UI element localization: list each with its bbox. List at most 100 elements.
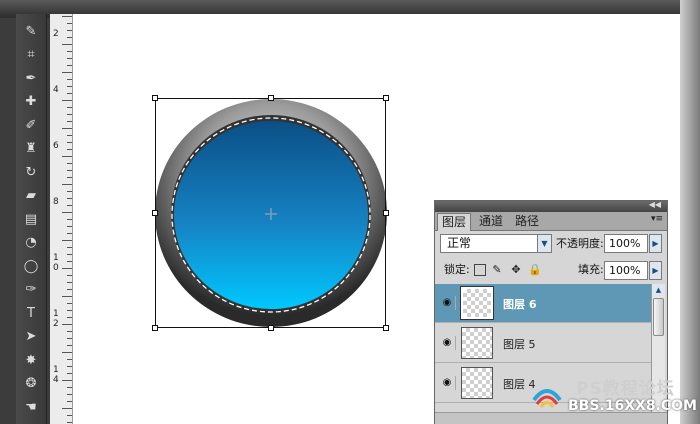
opacity-input[interactable]: 100% [604, 234, 648, 253]
ruler-tick [62, 212, 72, 213]
ruler-tick [67, 366, 72, 367]
photoshop-window: ✎ ⌗ ✒ ✚ ✐ ♜ ↻ ▰ ▤ ◔ ◯ ✑ T ➤ ✸ ❂ ☚ 2468101214 [0, 0, 700, 424]
ruler-tick [67, 233, 72, 234]
ruler-tick [62, 100, 72, 101]
fill-slider-button[interactable]: ▶ [649, 261, 662, 280]
ruler-tick [67, 261, 72, 262]
visibility-eye-icon[interactable]: ◉ [439, 296, 456, 310]
dodge-icon[interactable]: ◯ [21, 257, 41, 275]
watermark-url: BBS.16XX8.COM [568, 398, 697, 414]
layer-row[interactable]: ◉ 图层 5 [435, 324, 651, 363]
opacity-slider-button[interactable]: ▶ [649, 234, 662, 253]
scrollbar-thumb[interactable] [653, 298, 664, 336]
ruler-tick [67, 331, 72, 332]
ruler-tick [67, 303, 72, 304]
ruler-label: 1 [53, 309, 59, 319]
ruler-tick [62, 16, 72, 17]
transform-handle-tr[interactable] [383, 95, 389, 101]
gradient-icon[interactable]: ▤ [21, 210, 41, 228]
ruler-tick [67, 226, 72, 227]
ruler-tick [67, 79, 72, 80]
ruler-tick [67, 247, 72, 248]
ruler-tick [67, 219, 72, 220]
lock-transparent-icon[interactable] [474, 264, 486, 276]
hand-icon[interactable]: ☚ [21, 398, 41, 416]
3d-rotate-icon[interactable]: ❂ [21, 375, 41, 393]
ruler-tick [67, 275, 72, 276]
ruler-label: 6 [53, 141, 59, 151]
layer-name: 图层 5 [503, 338, 536, 351]
transform-handle-br[interactable] [383, 325, 389, 331]
blend-mode-select[interactable]: 正常 ▼ [440, 234, 552, 253]
type-icon[interactable]: T [21, 304, 41, 322]
scroll-up-icon[interactable]: ▲ [652, 284, 665, 296]
ruler-tick [67, 30, 72, 31]
ruler-tick [67, 93, 72, 94]
ruler-tick [67, 86, 72, 87]
ruler-tick [67, 338, 72, 339]
ruler-tick [62, 352, 72, 353]
ruler-tick [67, 373, 72, 374]
transform-handle-tl[interactable] [152, 95, 158, 101]
watermark-title: PS教程论坛 [576, 379, 675, 399]
visibility-eye-icon[interactable]: ◉ [439, 376, 456, 390]
transform-handle-ml[interactable] [152, 210, 158, 216]
ruler-label: 0 [53, 263, 59, 273]
ruler-label: 1 [53, 253, 59, 263]
ruler-tick [67, 422, 72, 423]
visibility-eye-icon[interactable]: ◉ [439, 336, 456, 350]
panel-title-bar[interactable]: ◀◀ [435, 200, 667, 212]
layer-row[interactable]: ◉ 图层 6 [435, 284, 651, 323]
lock-label: 锁定: [444, 263, 470, 276]
tab-channels[interactable]: 通道 [475, 213, 507, 230]
lock-image-icon[interactable]: ✎ [491, 264, 503, 276]
layer-thumbnail [460, 286, 494, 320]
transform-bounding-box[interactable] [155, 98, 386, 328]
ruler-tick [67, 149, 72, 150]
transform-handle-bl[interactable] [152, 325, 158, 331]
ruler-tick [67, 107, 72, 108]
lock-position-icon[interactable]: ✥ [510, 264, 522, 276]
layer-name: 图层 4 [503, 378, 536, 391]
ruler-label: 1 [53, 365, 59, 375]
history-brush-icon[interactable]: ↻ [21, 163, 41, 181]
path-selection-icon[interactable]: ➤ [21, 328, 41, 346]
pen-icon[interactable]: ✑ [21, 281, 41, 299]
custom-shape-icon[interactable]: ✸ [21, 351, 41, 369]
layer-thumbnail [461, 367, 493, 399]
ruler-tick [67, 121, 72, 122]
tab-layers[interactable]: 图层 [437, 213, 472, 231]
ruler-tick [67, 114, 72, 115]
brush-icon[interactable]: ✐ [21, 116, 41, 134]
ruler-tick [67, 65, 72, 66]
transform-handle-bc[interactable] [268, 325, 274, 331]
quick-selection-icon[interactable]: ✎ [21, 22, 41, 40]
eraser-icon[interactable]: ▰ [21, 187, 41, 205]
ruler-label: 2 [53, 29, 59, 39]
ruler-tick [67, 177, 72, 178]
layer-name: 图层 6 [503, 298, 537, 311]
panel-menu-icon[interactable]: ▾≡ [651, 214, 663, 224]
transform-handle-mr[interactable] [383, 210, 389, 216]
clone-stamp-icon[interactable]: ♜ [21, 140, 41, 158]
ruler-label: 2 [53, 319, 59, 329]
blur-icon[interactable]: ◔ [21, 234, 41, 252]
ruler-tick [67, 142, 72, 143]
ruler-tick [67, 359, 72, 360]
ruler-tick [62, 72, 72, 73]
dropdown-arrow-icon[interactable]: ▼ [537, 235, 551, 252]
lock-all-icon[interactable]: 🔒 [528, 264, 542, 276]
collapse-icon[interactable]: ◀◀ [649, 200, 661, 209]
ruler-tick [67, 135, 72, 136]
fill-label: 填充: [578, 263, 604, 276]
ruler-label: 4 [53, 375, 59, 385]
transform-handle-tc[interactable] [268, 95, 274, 101]
ruler-tick [67, 387, 72, 388]
tab-paths[interactable]: 路径 [511, 213, 543, 230]
ruler-tick [67, 205, 72, 206]
ruler-tick [62, 156, 72, 157]
fill-input[interactable]: 100% [604, 261, 648, 280]
eyedropper-icon[interactable]: ✒ [21, 69, 41, 87]
healing-brush-icon[interactable]: ✚ [21, 93, 41, 111]
crop-icon[interactable]: ⌗ [21, 46, 41, 64]
